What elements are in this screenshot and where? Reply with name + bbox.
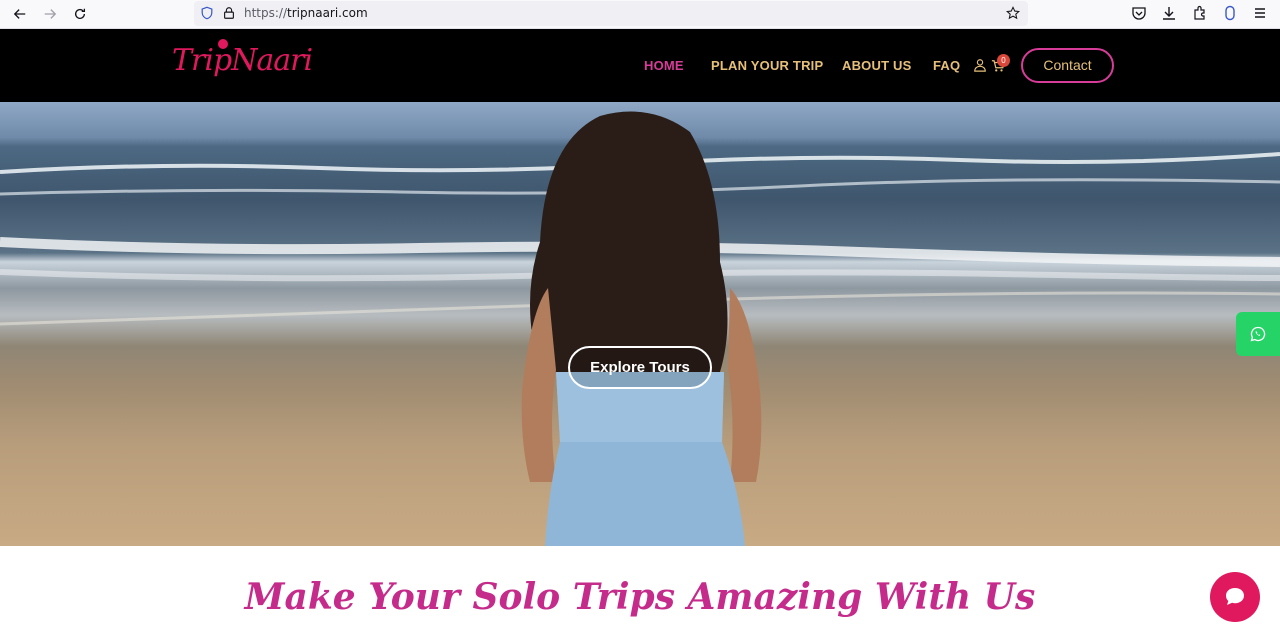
shield-icon[interactable] [200,6,214,20]
forward-icon[interactable] [39,4,61,24]
whatsapp-icon [1250,326,1266,342]
url-bar[interactable]: https://tripnaari.com [194,1,1028,26]
cart-count-badge: 0 [997,54,1010,67]
nav-home[interactable]: HOME [644,58,684,73]
nav-about-us[interactable]: ABOUT US [842,58,912,73]
site-logo[interactable]: TripNaari [172,39,313,78]
url-host: tripnaari.com [287,6,368,20]
chat-button[interactable] [1210,572,1260,622]
menu-icon[interactable] [1252,5,1268,21]
back-icon[interactable] [9,4,31,24]
download-icon[interactable] [1161,5,1177,21]
extensions-icon[interactable] [1192,5,1208,21]
section-headline: Make Your Solo Trips Amazing With Us [244,576,1036,618]
url-text[interactable]: https://tripnaari.com [244,6,368,20]
chat-bubble-icon [1226,588,1244,605]
whatsapp-button[interactable] [1236,312,1280,356]
account-icon[interactable] [1222,5,1238,21]
location-pin-icon [218,39,228,49]
lock-icon[interactable] [222,6,236,20]
logo-text: TripNaari [172,43,313,78]
beach-scene-image [0,111,1280,546]
explore-tours-button[interactable]: Explore Tours [568,346,712,389]
browser-toolbar: https://tripnaari.com [0,0,1280,29]
user-icon[interactable] [973,58,987,72]
reload-icon[interactable] [69,4,91,24]
pocket-icon[interactable] [1131,5,1147,21]
contact-button[interactable]: Contact [1021,48,1114,83]
url-scheme: https:// [244,6,288,20]
bookmark-star-icon[interactable] [1006,6,1020,20]
nav-faq[interactable]: FAQ [933,58,960,73]
nav-plan-your-trip[interactable]: PLAN YOUR TRIP [711,58,823,73]
hero-banner: Explore Tours [0,102,1280,546]
